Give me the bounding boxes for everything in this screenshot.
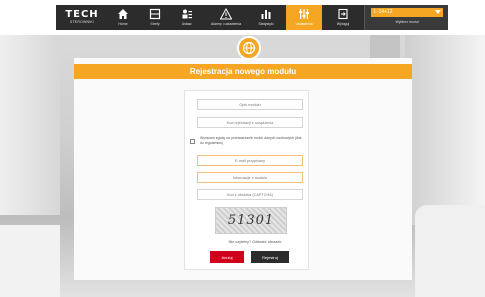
stats-icon [261,10,271,19]
cancel-button[interactable]: Anuluj [210,251,244,263]
module-select-dropdown[interactable]: L-14+12 [371,8,443,17]
nav-item-zones[interactable]: Strefy [140,5,170,30]
background-sofa [0,225,60,297]
nav-label: Wyloguj [336,22,350,26]
modal-title: Rejestracja nowego modułu [189,67,297,76]
consent-checkbox[interactable] [190,139,195,144]
nav-label: Alarmy i ustawienia [210,22,242,26]
field-placeholder: Kod z obrazka (CAPTCHA) [227,192,273,197]
top-bar: TECH STEROWNIKI Home Strefy Ustaw. Alarm… [0,0,485,35]
background-window-right [405,35,485,225]
field-placeholder: Informacje o module [232,175,268,180]
main-nav: TECH STEROWNIKI Home Strefy Ustaw. Alarm… [56,5,448,30]
settings-sliders-icon [182,9,192,19]
nav-item-stats[interactable]: Statystyki [250,5,282,30]
settings-icon [299,9,309,19]
module-info-input[interactable]: Informacje o module [197,172,303,183]
globe-icon [242,41,256,55]
field-placeholder: Kod rejestracji z urządzenia [226,120,274,125]
chevron-down-icon [435,10,441,14]
background-chair [415,205,485,297]
module-select-label: Wybierz moduł [395,20,419,24]
field-placeholder: Opis modułu [239,102,261,107]
globe-badge [237,36,261,60]
nav-item-settings-sliders[interactable]: Ustaw. [172,5,202,30]
nav-item-settings[interactable]: Ustawienia [286,5,322,30]
registration-code-input[interactable]: Kod rejestracji z urządzenia [197,117,303,128]
module-selector[interactable]: L-14+12 Wybierz moduł [364,5,448,30]
consent-row: Wyrażam zgodę na przetwarzanie moich dan… [190,136,305,150]
module-description-input[interactable]: Opis modułu [197,99,303,110]
nav-item-home[interactable]: Home [108,5,138,30]
captcha-refresh-link[interactable]: Nie czytelny? Odśwież obrazek [210,240,300,244]
modal-header: Rejestracja nowego modułu [74,64,412,79]
tech-logo[interactable]: TECH STEROWNIKI [56,5,108,30]
nav-label: Home [118,22,128,26]
alarm-icon [220,8,232,20]
captcha-input[interactable]: Kod z obrazka (CAPTCHA) [197,189,303,200]
home-icon [118,9,128,19]
field-placeholder: E-mail przypisany [235,158,265,163]
nav-item-alarms[interactable]: Alarmy i ustawienia [204,5,248,30]
consent-text: Wyrażam zgodę na przetwarzanie moich dan… [200,136,302,145]
captcha-image: 51301 [215,207,287,234]
nav-label: Strefy [150,22,160,26]
app-frame: TECH STEROWNIKI Home Strefy Ustaw. Alarm… [0,0,485,297]
nav-item-logout[interactable]: Wyloguj [326,5,360,30]
background-window-left [0,35,60,215]
zones-icon [149,8,161,20]
nav-label: Ustaw. [181,22,193,26]
nav-label: Ustawienia [295,22,313,26]
email-field[interactable]: E-mail przypisany [197,155,303,166]
logo-subtext: STEROWNIKI [69,20,95,24]
register-button[interactable]: Rejestruj [251,251,289,263]
captcha-text: 51301 [227,213,275,228]
module-select-value: L-14+12 [374,9,393,15]
nav-label: Statystyki [258,22,274,26]
logo-text: TECH [65,9,99,20]
logout-icon [338,8,348,20]
